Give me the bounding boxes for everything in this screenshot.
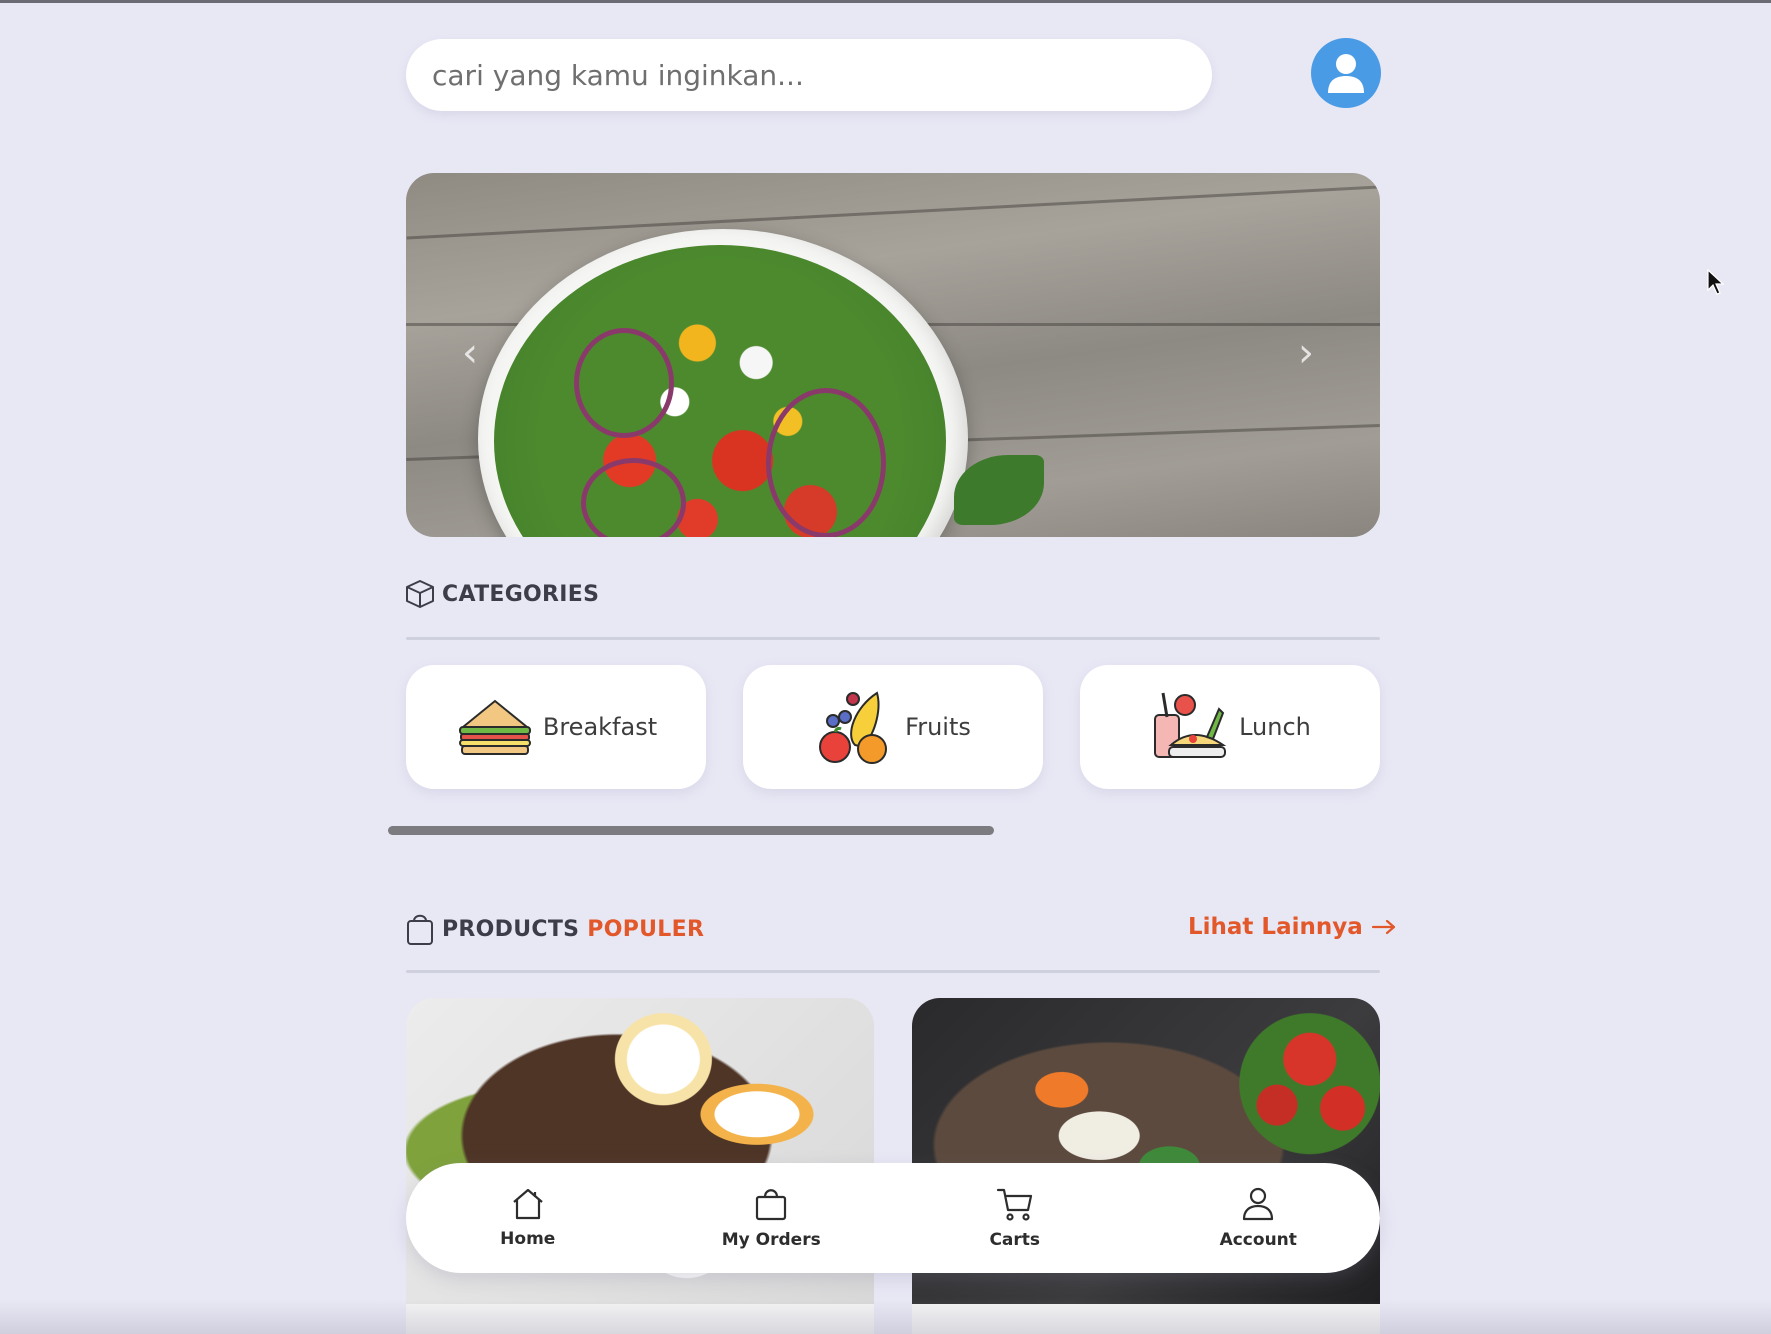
search-input[interactable] [430,57,1194,93]
mouse-cursor-icon [1707,268,1725,295]
products-header: PRODUCTS POPULER [404,912,704,946]
products-title-accent: POPULER [587,916,705,942]
see-more-link[interactable]: Lihat Lainnya [1188,914,1397,940]
category-lunch[interactable]: Lunch [1080,665,1380,789]
promo-banner[interactable]: ‹ › [406,173,1380,537]
nav-account[interactable]: Account [1178,1186,1338,1250]
nav-label: My Orders [721,1230,821,1250]
home-icon [513,1188,543,1220]
user-icon [1243,1187,1274,1221]
products-title: PRODUCTS [442,916,580,942]
box-icon [406,580,434,608]
sandwich-icon [458,699,531,755]
carousel-prev-icon[interactable]: ‹ [462,333,478,373]
category-fruits[interactable]: Fruits [743,665,1043,789]
carousel-next-icon[interactable]: › [1298,333,1314,373]
lunch-icon [1154,692,1227,758]
arrow-right-icon [1371,919,1395,935]
categories-scrollbar[interactable] [388,826,994,835]
divider [406,970,1380,973]
category-breakfast[interactable]: Breakfast [406,665,706,789]
categories-title: CATEGORIES [442,581,600,607]
see-more-label: Lihat Lainnya [1188,914,1363,940]
top-border [0,0,1771,3]
nav-label: Home [500,1229,556,1249]
search-bar[interactable] [406,39,1212,111]
avatar[interactable] [1311,38,1381,108]
category-label: Breakfast [542,713,658,741]
category-label: Lunch [1239,713,1311,741]
user-icon [1328,54,1364,93]
categories-header: CATEGORIES [404,578,599,610]
nav-label: Account [1219,1230,1297,1250]
cart-icon [996,1188,1032,1221]
shopping-bag-icon [407,914,433,945]
divider [406,637,1380,640]
nav-carts[interactable]: Carts [935,1186,1095,1250]
bottom-navigation: Home My Orders Carts Account [406,1163,1380,1273]
nav-my-orders[interactable]: My Orders [691,1186,851,1250]
category-label: Fruits [905,713,971,741]
shopping-bag-icon [756,1189,787,1221]
nav-label: Carts [989,1230,1041,1250]
fruits-icon [819,691,888,764]
nav-home[interactable]: Home [448,1187,608,1249]
